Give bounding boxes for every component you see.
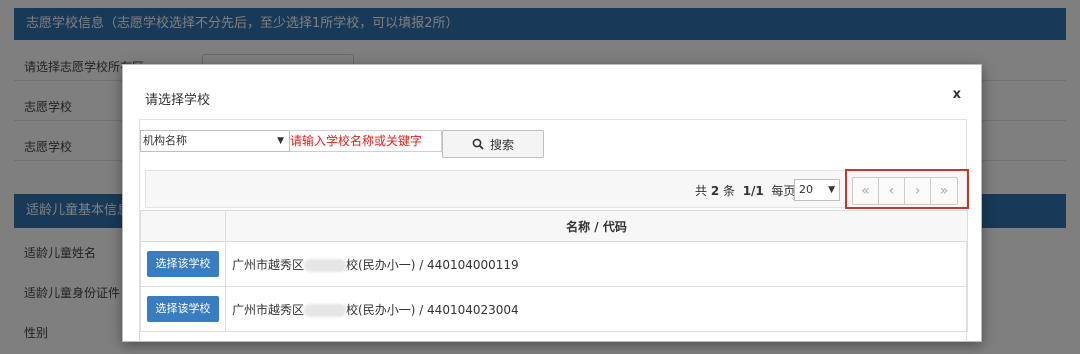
pagination-bar: 共 2 条 1/1 每页 20 ▼ « ‹ › » — [145, 169, 969, 209]
search-button[interactable]: 搜索 — [442, 130, 544, 158]
redacted-text — [304, 303, 347, 317]
dialog-title: 请选择学校 — [145, 93, 211, 108]
school-name-code: 校(民办小一) / 440104000119 — [346, 257, 519, 272]
chevron-down-icon: ▼ — [277, 136, 284, 146]
pagination-summary: 共 2 条 1/1 每页 — [695, 184, 796, 198]
filter-field-select[interactable]: 机构名称 ▼ — [140, 130, 290, 152]
close-button[interactable]: x — [953, 87, 961, 102]
table-row: 选择该学校 广州市越秀区 校(民办小一) / 440104023004 — [140, 286, 968, 332]
table-cell-name: 广州市越秀区 校(民办小一) / 440104023004 — [225, 286, 968, 332]
table-header-action — [140, 210, 226, 242]
school-results-table: 名称 / 代码 选择该学校 广州市越秀区 校(民办小一) / 4401040001… — [140, 210, 968, 332]
select-school-dialog: 请选择学校 x 机构名称 ▼ 请输入学校名称或关键字 搜索 共 2 条 1/1 … — [122, 64, 982, 342]
chevron-down-icon: ▼ — [828, 185, 835, 195]
school-name-prefix: 广州市越秀区 — [232, 302, 305, 317]
search-label: 搜索 — [489, 137, 514, 152]
filter-field-value: 机构名称 — [143, 134, 187, 147]
keyword-input[interactable]: 请输入学校名称或关键字 — [290, 130, 442, 152]
table-cell-action: 选择该学校 — [140, 241, 226, 287]
select-school-button[interactable]: 选择该学校 — [147, 251, 219, 277]
dialog-body: 机构名称 ▼ 请输入学校名称或关键字 搜索 共 2 条 1/1 每页 20 ▼ — [139, 119, 969, 341]
pagination-highlight-box — [845, 169, 969, 209]
table-row: 选择该学校 广州市越秀区 校(民办小一) / 440104000119 — [140, 241, 968, 287]
table-cell-name: 广州市越秀区 校(民办小一) / 440104000119 — [225, 241, 968, 287]
select-school-button[interactable]: 选择该学校 — [147, 296, 219, 322]
school-name-prefix: 广州市越秀区 — [232, 257, 305, 272]
search-icon — [472, 138, 484, 150]
table-header-name: 名称 / 代码 — [225, 210, 968, 242]
page-size-select[interactable]: 20 ▼ — [794, 179, 840, 201]
table-cell-action: 选择该学校 — [140, 286, 226, 332]
page-size-value: 20 — [799, 183, 813, 196]
redacted-text — [304, 258, 347, 272]
school-name-code: 校(民办小一) / 440104023004 — [346, 302, 519, 317]
